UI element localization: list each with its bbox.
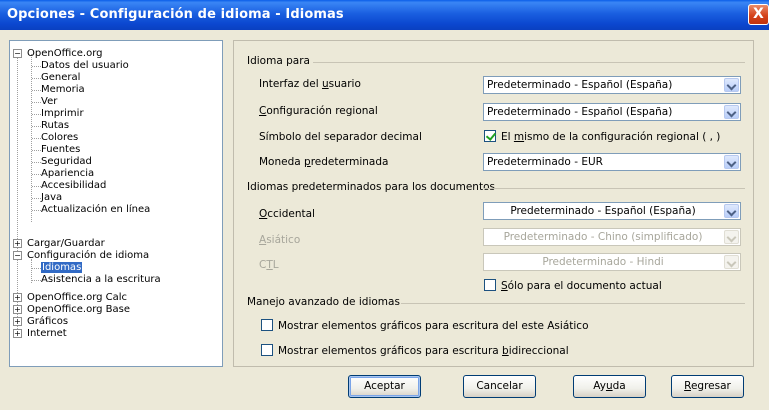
bidi-graphics-label[interactable]: Mostrar elementos gráficos para escritur… — [278, 345, 569, 357]
expand-icon[interactable]: + — [13, 305, 22, 314]
aceptar-button[interactable]: Aceptar — [348, 375, 421, 398]
tree-line — [32, 198, 41, 199]
tree-item[interactable]: Accesibilidad — [41, 180, 106, 192]
tree-item[interactable]: General — [41, 72, 80, 84]
section-doc-langs: Idiomas predeterminados para los documen… — [247, 181, 495, 193]
decimal-label: Símbolo del separador decimal — [259, 131, 422, 143]
section-advanced: Manejo avanzado de idiomas — [247, 296, 400, 308]
ctl-label: CTL — [259, 259, 279, 271]
tree-item[interactable]: Seguridad — [41, 156, 92, 168]
regional-select[interactable]: Predeterminado - Español (España) — [483, 103, 741, 121]
tree-line — [32, 102, 41, 103]
expand-icon[interactable]: + — [13, 293, 22, 302]
tree-line — [32, 126, 41, 127]
tree-item[interactable]: Rutas — [41, 120, 69, 132]
tree-item[interactable]: Memoria — [41, 84, 85, 96]
chevron-down-icon — [724, 78, 739, 92]
tree-item-cargar-guardar[interactable]: Cargar/Guardar — [27, 238, 105, 250]
tree-item[interactable]: Colores — [41, 132, 78, 144]
tree-item-idiomas[interactable]: Idiomas — [41, 262, 83, 274]
regional-label: Configuración regional — [259, 105, 378, 117]
tree-line — [32, 268, 41, 269]
collapse-icon[interactable]: − — [13, 251, 22, 260]
options-dialog: Opciones - Configuración de idioma - Idi… — [0, 0, 769, 410]
tree-item-asistencia[interactable]: Asistencia a la escritura — [41, 274, 161, 286]
expand-icon[interactable]: + — [13, 239, 22, 248]
tree-item-internet[interactable]: Internet — [27, 328, 67, 340]
asiatico-label: Asiático — [259, 234, 301, 246]
tree-line — [32, 162, 41, 163]
chevron-down-icon — [724, 255, 739, 269]
decimal-checkbox[interactable] — [484, 130, 496, 142]
ayuda-button[interactable]: Ayuda — [573, 375, 646, 398]
occidental-select[interactable]: Predeterminado - Español (España) — [483, 202, 741, 220]
tree-item[interactable]: Datos del usuario — [41, 60, 129, 72]
tree-item[interactable]: Java — [41, 192, 62, 204]
tree-line — [32, 280, 41, 281]
regresar-button[interactable]: Regresar — [671, 375, 744, 398]
tree-line — [17, 53, 18, 333]
tree-line — [32, 138, 41, 139]
chevron-down-icon — [724, 105, 739, 119]
window-title: Opciones - Configuración de idioma - Idi… — [7, 7, 344, 22]
separator — [313, 62, 745, 63]
close-icon: X — [753, 6, 764, 22]
tree-item-configuracion-idioma[interactable]: Configuración de idioma — [27, 250, 149, 262]
solo-documento-label[interactable]: Sólo para el documento actual — [501, 280, 662, 292]
tree-line — [32, 186, 41, 187]
selected-item-label: Idiomas — [41, 262, 83, 273]
chevron-down-icon — [724, 155, 739, 169]
settings-panel: Idioma para Interfaz del usuario Predete… — [233, 40, 754, 367]
tree-item-calc[interactable]: OpenOffice.org Calc — [27, 292, 127, 304]
tree-line — [32, 66, 41, 67]
options-tree[interactable]: − OpenOffice.org Datos del usuario Genera… — [9, 40, 223, 367]
title-bar: Opciones - Configuración de idioma - Idi… — [0, 0, 769, 30]
bidi-graphics-checkbox[interactable] — [261, 344, 273, 356]
chevron-down-icon — [724, 230, 739, 244]
tree-item[interactable]: Actualización en línea — [41, 204, 150, 216]
tree-item[interactable]: Ver — [41, 96, 57, 108]
interfaz-label: Interfaz del usuario — [259, 78, 361, 90]
tree-line — [32, 78, 41, 79]
chevron-down-icon — [724, 204, 739, 218]
tree-line — [32, 90, 41, 91]
interfaz-select[interactable]: Predeterminado - Español (España) — [483, 76, 741, 94]
tree-item[interactable]: Apariencia — [41, 168, 94, 180]
tree-line — [32, 210, 41, 211]
section-idioma-para: Idioma para — [247, 55, 310, 67]
close-button[interactable]: X — [748, 4, 769, 25]
expand-icon[interactable]: + — [13, 329, 22, 338]
tree-line — [32, 150, 41, 151]
cancelar-button[interactable]: Cancelar — [463, 375, 536, 398]
tree-line — [32, 174, 41, 175]
tree-item-graficos[interactable]: Gráficos — [27, 316, 68, 328]
solo-documento-checkbox[interactable] — [484, 279, 496, 291]
ctl-select: Predeterminado - Hindi — [483, 253, 741, 271]
decimal-checkbox-label[interactable]: El mismo de la configuración regional ( … — [501, 131, 720, 143]
asiatico-select: Predeterminado - Chino (simplificado) — [483, 228, 741, 246]
asian-graphics-label[interactable]: Mostrar elementos gráficos para escritur… — [278, 320, 589, 332]
separator — [484, 188, 745, 189]
expand-icon[interactable]: + — [13, 317, 22, 326]
tree-item[interactable]: Imprimir — [41, 108, 84, 120]
asian-graphics-checkbox[interactable] — [261, 319, 273, 331]
tree-item-openoffice[interactable]: OpenOffice.org — [27, 48, 102, 60]
separator — [401, 303, 745, 304]
tree-item[interactable]: Fuentes — [41, 144, 80, 156]
tree-item-base[interactable]: OpenOffice.org Base — [27, 304, 130, 316]
moneda-select[interactable]: Predeterminado - EUR — [483, 153, 741, 171]
tree-line — [32, 114, 41, 115]
collapse-icon[interactable]: − — [13, 49, 22, 58]
moneda-label: Moneda predeterminada — [259, 156, 389, 168]
occidental-label: Occidental — [259, 208, 315, 220]
